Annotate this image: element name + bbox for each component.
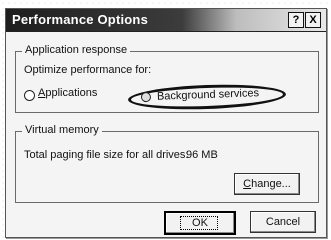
ok-focus-rect [180,216,218,230]
title-bar[interactable]: Performance Options ? X [6,9,326,32]
applications-label-rest: pplications [45,87,98,99]
applications-label[interactable]: Applications [38,87,97,99]
ok-button[interactable]: OK [164,211,236,235]
application-response-group: Application response Optimize performanc… [15,44,319,113]
performance-options-dialog: Performance Options ? X Application resp… [5,8,327,238]
cancel-button[interactable]: Cancel [250,211,316,233]
applications-radio[interactable] [24,90,35,101]
change-accelerator: C [243,178,252,190]
virtual-memory-group: Virtual memory Total paging file size fo… [15,124,319,203]
virtual-memory-legend: Virtual memory [22,124,102,136]
optimize-performance-label: Optimize performance for: [24,64,152,76]
application-response-legend: Application response [22,44,131,56]
close-button[interactable]: X [305,12,321,28]
background-services-label[interactable]: Background services [157,87,259,103]
background-services-radio[interactable] [140,91,152,103]
background-services-highlight: Background services [127,82,287,112]
change-button[interactable]: Change... [234,173,300,195]
help-button[interactable]: ? [288,12,304,28]
paging-file-size-value: 96 MB [186,149,218,161]
change-label-rest: hange... [251,178,291,190]
dialog-title: Performance Options [12,12,148,27]
paging-file-size-label: Total paging file size for all drives: [24,149,189,161]
